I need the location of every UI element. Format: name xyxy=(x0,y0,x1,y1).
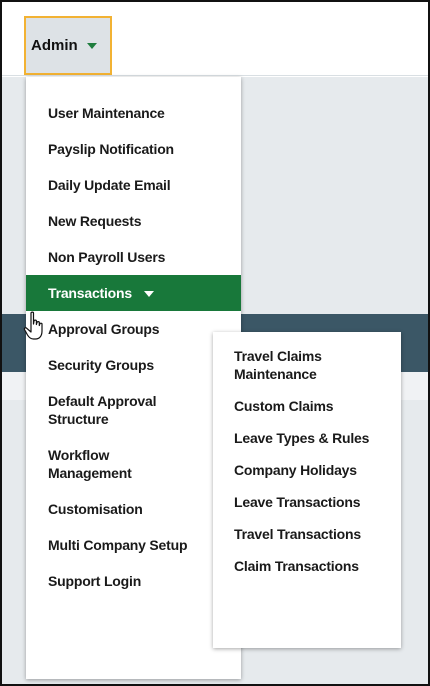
menu-item-transactions[interactable]: Transactions xyxy=(26,275,241,311)
menu-item-new-requests[interactable]: New Requests xyxy=(26,203,241,239)
submenu-item-leave-types-rules[interactable]: Leave Types & Rules xyxy=(213,422,401,454)
menu-item-default-approval-structure[interactable]: Default Approval Structure xyxy=(26,383,176,437)
menu-item-customisation[interactable]: Customisation xyxy=(26,491,241,527)
menu-item-transactions-label: Transactions xyxy=(48,285,132,301)
menu-item-user-maintenance[interactable]: User Maintenance xyxy=(26,95,241,131)
menu-item-approval-groups[interactable]: Approval Groups xyxy=(26,311,241,347)
submenu-item-leave-transactions[interactable]: Leave Transactions xyxy=(213,486,401,518)
admin-menu-label: Admin xyxy=(31,37,78,54)
submenu-item-company-holidays[interactable]: Company Holidays xyxy=(213,454,401,486)
submenu-item-claim-transactions[interactable]: Claim Transactions xyxy=(213,550,401,582)
transactions-submenu: Travel Claims Maintenance Custom Claims … xyxy=(213,332,401,648)
menu-item-workflow-management[interactable]: Workflow Management xyxy=(26,437,166,491)
top-navigation-bar: Admin xyxy=(2,2,428,76)
menu-item-daily-update-email[interactable]: Daily Update Email xyxy=(26,167,241,203)
chevron-down-icon xyxy=(86,43,97,49)
app-frame: Admin User Maintenance Payslip Notificat… xyxy=(0,0,430,686)
chevron-down-icon xyxy=(143,290,154,297)
submenu-item-travel-transactions[interactable]: Travel Transactions xyxy=(213,518,401,550)
menu-item-payslip-notification[interactable]: Payslip Notification xyxy=(26,131,241,167)
submenu-item-travel-claims-maintenance[interactable]: Travel Claims Maintenance xyxy=(213,340,353,390)
submenu-item-custom-claims[interactable]: Custom Claims xyxy=(213,390,401,422)
menu-item-security-groups[interactable]: Security Groups xyxy=(26,347,241,383)
menu-item-non-payroll-users[interactable]: Non Payroll Users xyxy=(26,239,241,275)
hand-pointer-icon xyxy=(23,311,43,340)
admin-dropdown-menu: User Maintenance Payslip Notification Da… xyxy=(26,77,241,679)
menu-item-support-login[interactable]: Support Login xyxy=(26,563,241,599)
admin-menu-button[interactable]: Admin xyxy=(24,16,112,75)
menu-item-multi-company-setup[interactable]: Multi Company Setup xyxy=(26,527,241,563)
